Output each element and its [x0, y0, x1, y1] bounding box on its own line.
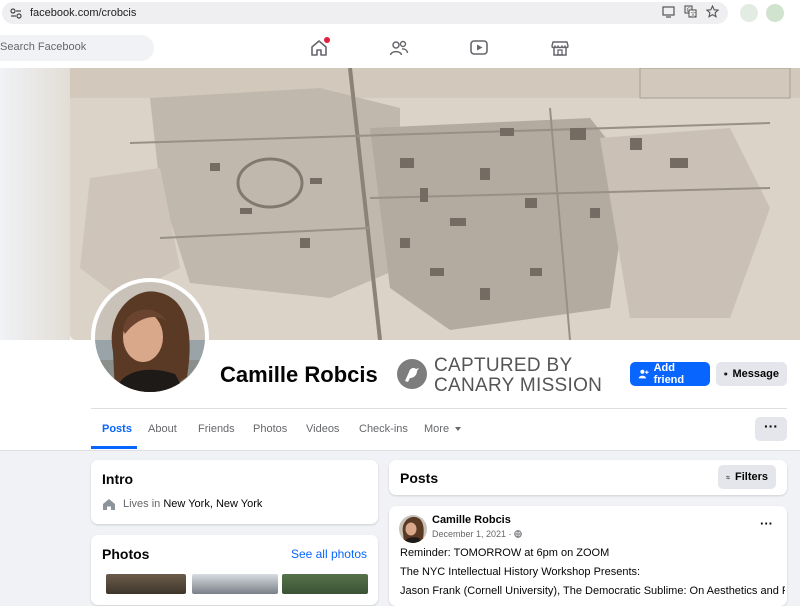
header-divider: [91, 408, 787, 409]
intro-lives-in: Lives in New York, New York: [123, 498, 262, 510]
tab-more-label: More: [424, 423, 450, 435]
posts-header-card: Posts Filters: [389, 460, 787, 495]
bookmark-star-icon[interactable]: [706, 5, 719, 18]
filter-sliders-icon: [726, 475, 730, 479]
caret-down-icon: [455, 427, 462, 431]
stamp-line-2: CANARY MISSION: [434, 375, 603, 396]
url-text: facebook.com/crobcis: [30, 7, 137, 19]
canary-mission-stamp: CAPTURED BY CANARY MISSION: [434, 356, 602, 396]
post-meta: December 1, 2021 ·: [432, 529, 522, 539]
add-friend-label: Add friend: [653, 362, 685, 386]
filters-button[interactable]: Filters: [718, 465, 776, 489]
intro-title: Intro: [102, 471, 134, 487]
add-friend-button[interactable]: Add friend: [630, 362, 710, 386]
address-bar[interactable]: facebook.com/crobcis: [2, 2, 728, 24]
message-label: Message: [732, 368, 779, 380]
profile-more-options-button[interactable]: ···: [755, 417, 787, 441]
svg-text:文: 文: [690, 10, 696, 18]
profile-icon[interactable]: [766, 4, 784, 22]
marketplace-icon[interactable]: [550, 38, 570, 58]
search-input[interactable]: Search Facebook: [0, 35, 154, 61]
tab-posts[interactable]: Posts: [102, 423, 132, 435]
active-tab-indicator: [91, 446, 137, 449]
canary-mission-stamp-icon: [397, 359, 427, 389]
post-text-line-1: Reminder: TOMORROW at 6pm on ZOOM: [400, 547, 610, 559]
search-placeholder: Search Facebook: [0, 41, 87, 53]
site-settings-icon[interactable]: [10, 8, 22, 19]
post-card: Camille Robcis December 1, 2021 · ··· Re…: [389, 506, 787, 606]
tab-friends[interactable]: Friends: [198, 423, 235, 435]
globe-icon: [514, 530, 522, 538]
photo-thumbnail[interactable]: [106, 574, 186, 594]
filters-label: Filters: [734, 471, 768, 483]
tab-photos[interactable]: Photos: [253, 423, 287, 435]
post-author-avatar[interactable]: [399, 515, 427, 543]
photos-card: Photos See all photos: [91, 535, 378, 605]
lives-in-prefix: Lives in: [123, 498, 161, 510]
posts-title: Posts: [400, 470, 439, 486]
install-app-icon[interactable]: [662, 5, 675, 18]
video-icon[interactable]: [469, 38, 489, 58]
post-options-button[interactable]: ···: [760, 516, 773, 531]
intro-card: Intro Lives in New York, New York: [91, 460, 378, 524]
profile-picture[interactable]: [91, 278, 209, 396]
home-lives-icon: [103, 499, 115, 510]
tab-videos[interactable]: Videos: [306, 423, 339, 435]
post-author-name[interactable]: Camille Robcis: [432, 514, 511, 526]
photos-title: Photos: [102, 546, 150, 562]
add-person-icon: [638, 369, 649, 379]
home-notification-dot: [324, 37, 330, 43]
messenger-icon: [724, 372, 728, 376]
post-text-line-3: Jason Frank (Cornell University), The De…: [400, 585, 785, 597]
facebook-nav-bar: Search Facebook: [0, 28, 800, 69]
post-text-line-2: The NYC Intellectual History Workshop Pr…: [400, 566, 641, 578]
lives-in-city[interactable]: New York, New York: [163, 498, 262, 510]
translate-icon[interactable]: G 文: [684, 5, 697, 18]
tab-about[interactable]: About: [148, 423, 177, 435]
cover-side-fade: [0, 68, 70, 340]
friends-icon[interactable]: [389, 38, 409, 58]
photo-thumbnail[interactable]: [192, 574, 278, 594]
browser-url-bar: facebook.com/crobcis G 文: [0, 0, 800, 28]
tab-check-ins[interactable]: Check-ins: [359, 423, 408, 435]
message-button[interactable]: Message: [716, 362, 787, 386]
stamp-line-1: CAPTURED BY: [434, 355, 573, 376]
see-all-photos-link[interactable]: See all photos: [291, 547, 367, 561]
extension-icon[interactable]: [740, 4, 758, 22]
post-date[interactable]: December 1, 2021 ·: [432, 529, 512, 539]
tab-more[interactable]: More: [424, 423, 462, 435]
photo-thumbnail[interactable]: [282, 574, 368, 594]
profile-name: Camille Robcis: [220, 362, 378, 387]
